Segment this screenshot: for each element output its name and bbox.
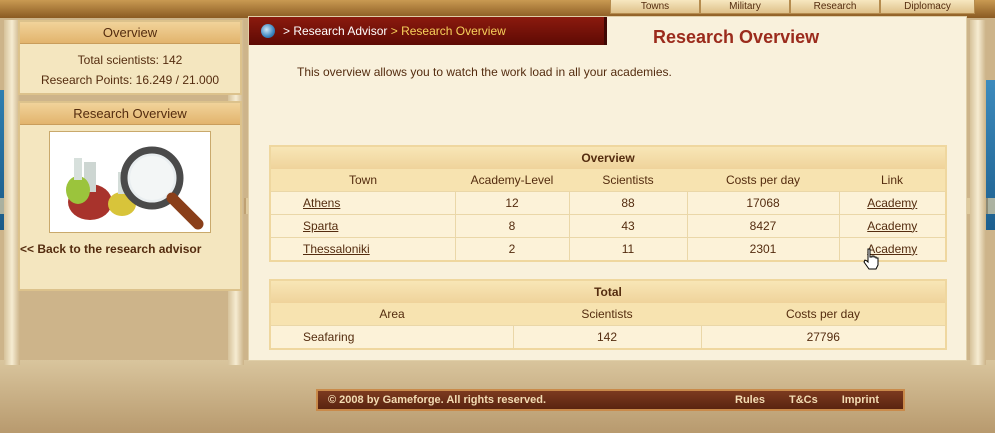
town-link-athens[interactable]: Athens [303,196,340,210]
total-scientists-value: 142 [513,324,702,348]
scientists: 43 [569,213,688,237]
research-illustration [49,131,211,233]
research-points: Research Points: 16.249 / 21.000 [40,73,220,87]
academy-link-sparta[interactable]: Academy [867,219,917,233]
page-title: Research Overview [653,27,820,47]
tab-diplomacy[interactable]: Diplomacy [880,0,975,14]
flasks-magnifier-icon [66,146,204,230]
col-link: Link [839,169,945,191]
breadcrumb-research-advisor[interactable]: > Research Advisor [283,24,387,38]
table-row: Athens 12 88 17068 Academy [271,190,945,214]
footer-link-imprint[interactable]: Imprint [842,394,879,406]
col-scientists: Scientists [569,169,687,191]
town-link-sparta[interactable]: Sparta [303,219,338,233]
tab-research[interactable]: Research [790,0,880,14]
overview-box: Overview Total scientists: 142 Research … [18,20,242,95]
costs-per-day: 8427 [687,213,840,237]
research-overview-box-title: Research Overview [20,103,240,125]
top-nav-tabs: Towns Military Research Diplomacy [610,0,975,14]
scientists: 88 [569,190,688,214]
copyright: © 2008 by Gameforge. All rights reserved… [328,394,547,406]
col-total-costs: Costs per day [701,303,945,325]
area: Seafaring [271,324,514,348]
overview-box-title: Overview [20,22,240,44]
academy-level: 8 [455,213,570,237]
breadcrumb: > Research Advisor > Research Overview [249,17,607,45]
tab-towns[interactable]: Towns [610,0,700,14]
total-scientists: Total scientists: 142 [77,53,183,67]
table-row: Sparta 8 43 8427 Academy [271,213,945,237]
column-right [970,20,986,365]
footer-link-tcs[interactable]: T&Cs [789,394,818,406]
totals-table-title: Total [271,281,945,303]
table-row: Seafaring 142 27796 [271,324,945,348]
col-academy-level: Academy-Level [455,169,569,191]
hand-cursor-icon [863,248,879,270]
academy-link-athens[interactable]: Academy [867,196,917,210]
overview-box-body: Total scientists: 142 Research Points: 1… [20,44,240,96]
table-row: Thessaloniki 2 11 2301 Academy [271,236,945,260]
col-costs-per-day: Costs per day [687,169,839,191]
main-panel: > Research Advisor > Research Overview R… [248,16,967,361]
academy-level: 2 [455,236,570,260]
scientists: 11 [569,236,688,260]
total-costs-value: 27796 [701,324,945,348]
globe-icon [261,24,275,38]
footer: © 2008 by Gameforge. All rights reserved… [316,389,905,411]
tab-military[interactable]: Military [700,0,790,14]
intro-text: This overview allows you to watch the wo… [297,65,672,79]
academies-table: Overview Town Academy-Level Scientists C… [269,145,947,262]
col-total-scientists: Scientists [513,303,701,325]
sidebar: Overview Total scientists: 142 Research … [18,20,242,297]
academy-level: 12 [455,190,570,214]
col-area: Area [271,303,513,325]
breadcrumb-research-overview: > Research Overview [390,24,506,38]
back-to-research-advisor-link[interactable]: << Back to the research advisor [20,241,240,257]
totals-table: Total Area Scientists Costs per day Seaf… [269,279,947,350]
research-overview-box: Research Overview << Back to the researc… [18,101,242,291]
costs-per-day: 2301 [687,236,840,260]
town-link-thessaloniki[interactable]: Thessaloniki [303,242,370,256]
academies-table-title: Overview [271,147,945,169]
costs-per-day: 17068 [687,190,840,214]
footer-link-rules[interactable]: Rules [735,394,765,406]
col-town: Town [271,169,455,191]
